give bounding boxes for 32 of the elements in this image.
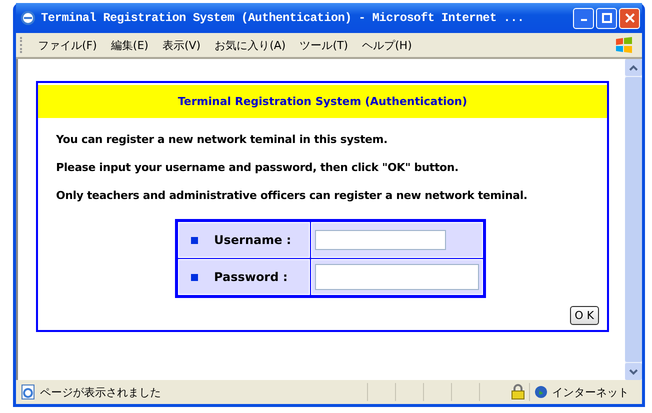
scroll-down-button[interactable] — [625, 363, 642, 380]
instruction-text: You can register a new network teminal in this system. — [56, 133, 388, 146]
menu-item[interactable]: ヘルプ(H) — [355, 38, 419, 52]
chevron-down-icon — [629, 368, 638, 374]
field-label: Username : — [214, 233, 292, 247]
input-field[interactable] — [315, 264, 479, 290]
close-button[interactable] — [619, 8, 640, 28]
instruction-text: Only teachers and administrative officers can register a new network teminal. — [56, 189, 528, 202]
menu-item[interactable]: ツール(T) — [292, 38, 355, 52]
input-field[interactable] — [315, 230, 446, 250]
menu-item[interactable]: 編集(E) — [104, 38, 156, 52]
status-message: ページが表示されました — [40, 384, 162, 400]
windows-logo-icon — [614, 36, 634, 54]
menu-item[interactable]: 表示(V) — [155, 38, 208, 52]
instruction-text: Please input your username and password, then click "OK" button. — [56, 161, 460, 174]
chevron-up-icon — [629, 64, 638, 70]
bullet-icon — [191, 237, 198, 244]
scroll-up-button[interactable] — [625, 59, 642, 76]
panel-heading: Terminal Registration System (Authentication) — [38, 85, 607, 118]
close-icon — [624, 13, 634, 23]
menu-item[interactable]: お気に入り(A) — [208, 38, 293, 52]
maximize-button[interactable] — [596, 8, 617, 28]
security-zone: インターネット — [552, 384, 630, 400]
globe-icon — [534, 385, 548, 399]
lock-icon — [511, 384, 525, 400]
menu-item[interactable]: ファイル(F) — [31, 38, 104, 52]
bullet-icon — [191, 274, 198, 282]
window-title: Terminal Registration System (Authentication) - Microsoft Internet ... — [41, 11, 526, 25]
minimize-button[interactable] — [573, 8, 594, 28]
field-label: Password : — [214, 270, 288, 284]
ok-button[interactable]: O K — [570, 306, 599, 325]
maximize-icon — [602, 13, 612, 23]
